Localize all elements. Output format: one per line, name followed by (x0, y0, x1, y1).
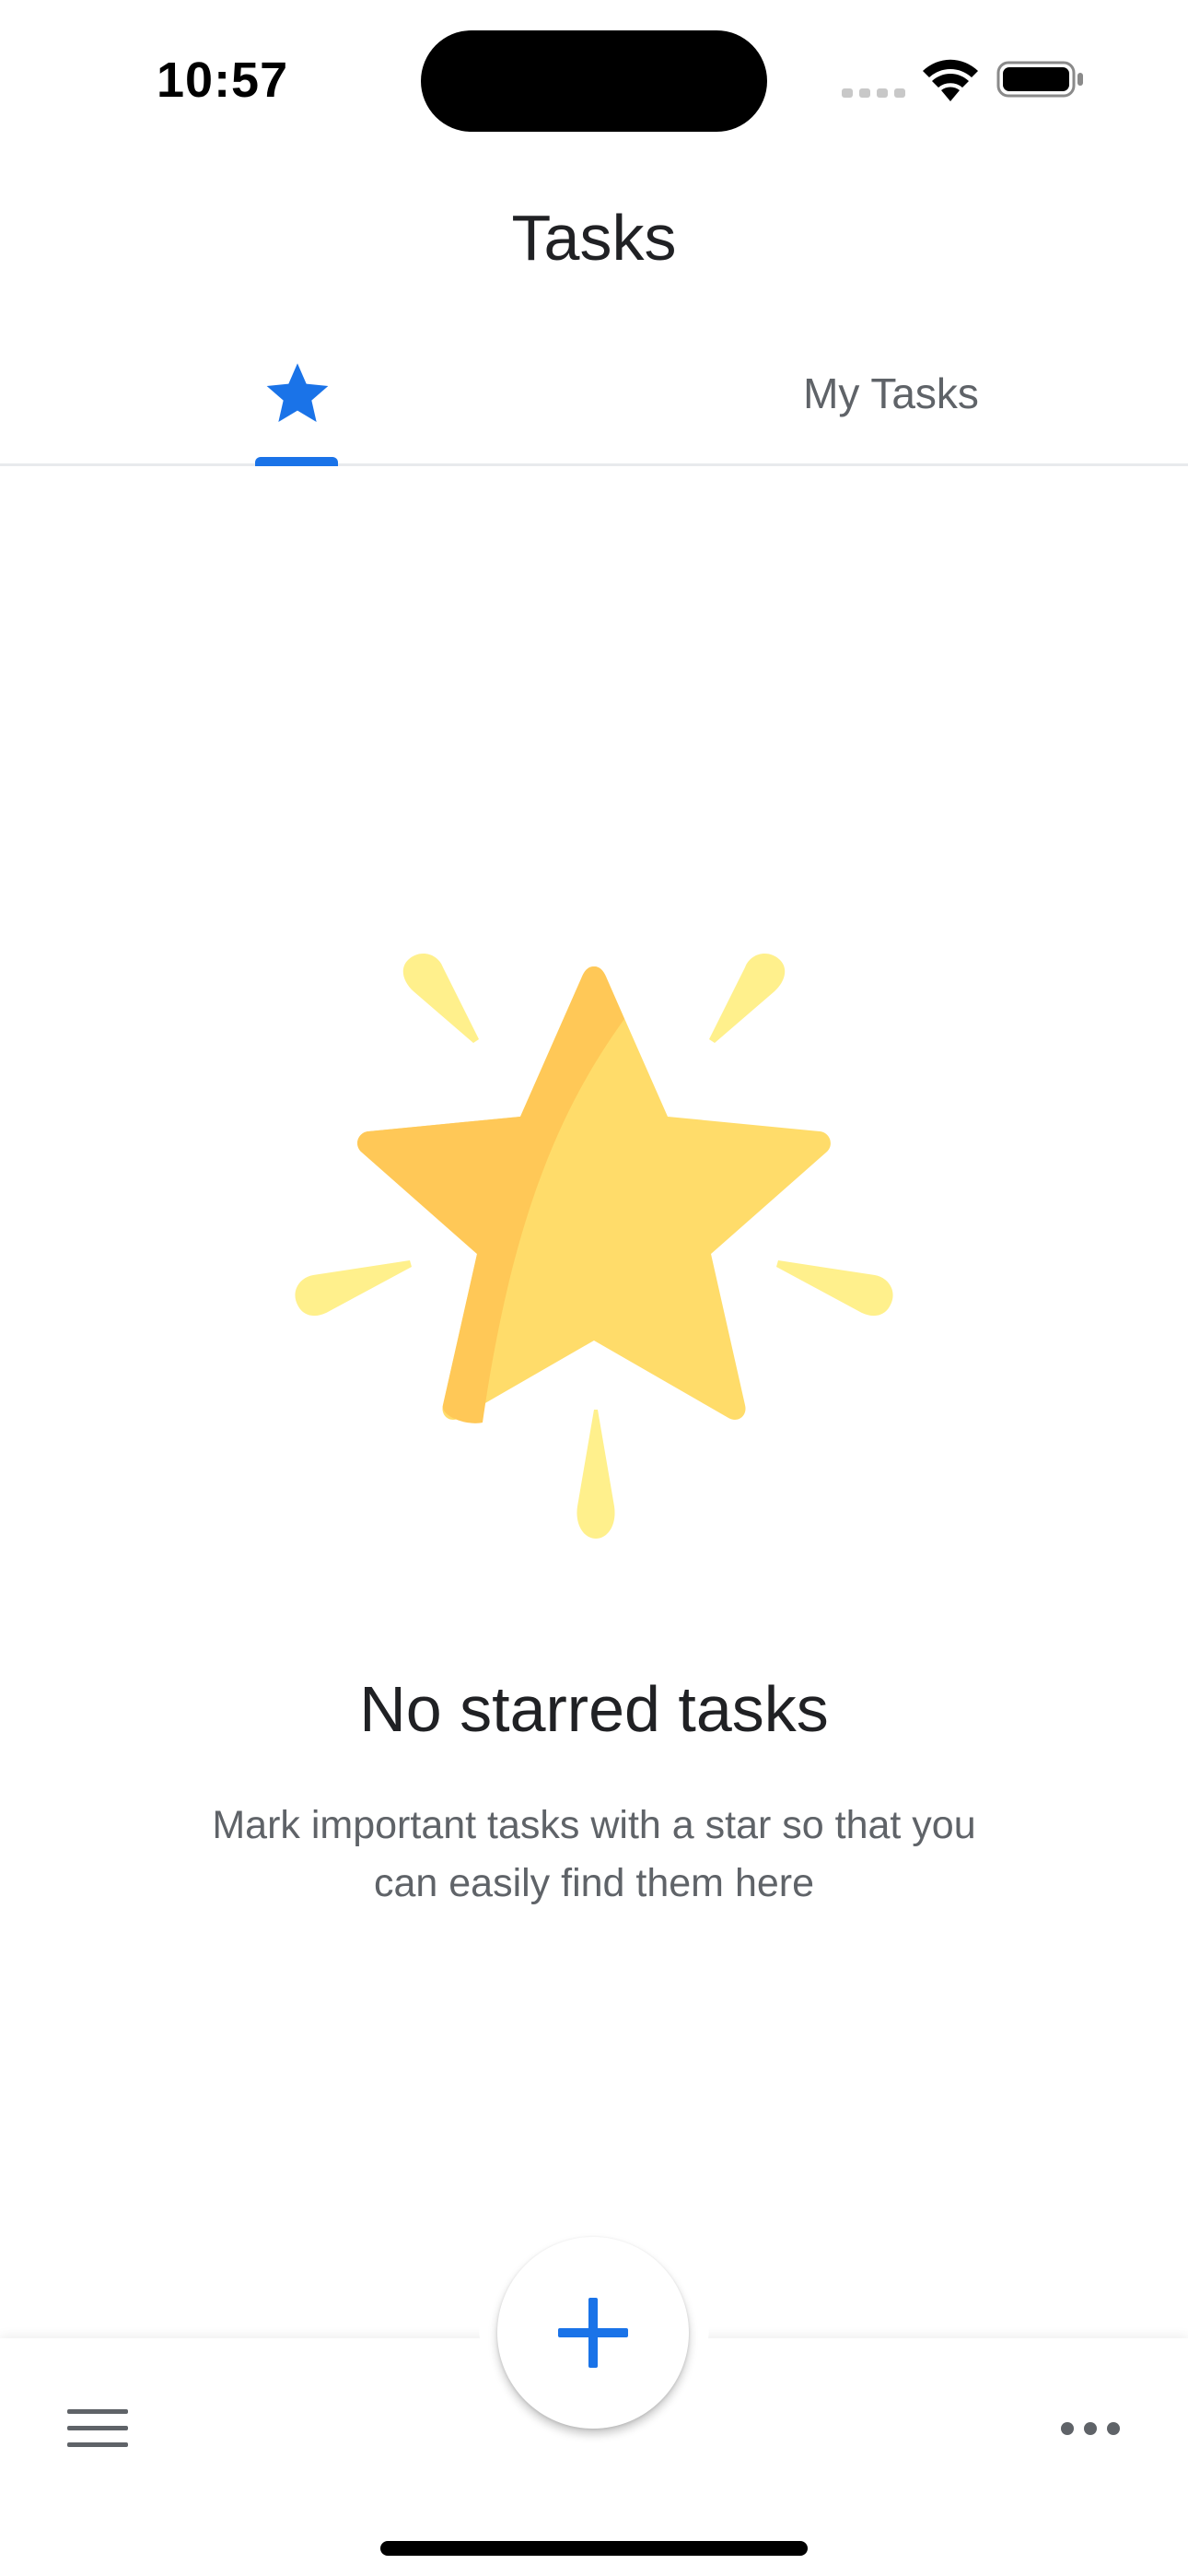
selected-tab-indicator (255, 457, 338, 466)
wifi-icon (923, 59, 978, 101)
dynamic-island (421, 30, 767, 132)
tab-bar: My Tasks (0, 332, 1188, 466)
status-time: 10:57 (157, 53, 289, 108)
page-title: Tasks (511, 202, 677, 274)
tab-my-tasks-label: My Tasks (803, 369, 979, 417)
status-bar: 10:57 (0, 0, 1188, 157)
starred-illustration (295, 954, 893, 1539)
tab-my-tasks[interactable]: My Tasks (594, 332, 1188, 463)
battery-icon (996, 61, 1083, 98)
tab-starred[interactable] (0, 332, 594, 463)
menu-button[interactable] (53, 2394, 142, 2464)
home-indicator (380, 2541, 808, 2556)
more-horizontal-icon (1061, 2422, 1120, 2435)
empty-state-description: Mark important tasks with a star so that… (212, 1803, 976, 1905)
empty-state-title: No starred tasks (359, 1673, 829, 1745)
add-task-button[interactable] (497, 2237, 689, 2429)
cellular-signal-icon (842, 88, 905, 98)
plus-icon (558, 2298, 628, 2368)
more-options-button[interactable] (1046, 2394, 1135, 2464)
star-icon (266, 362, 328, 422)
menu-icon (67, 2409, 128, 2447)
